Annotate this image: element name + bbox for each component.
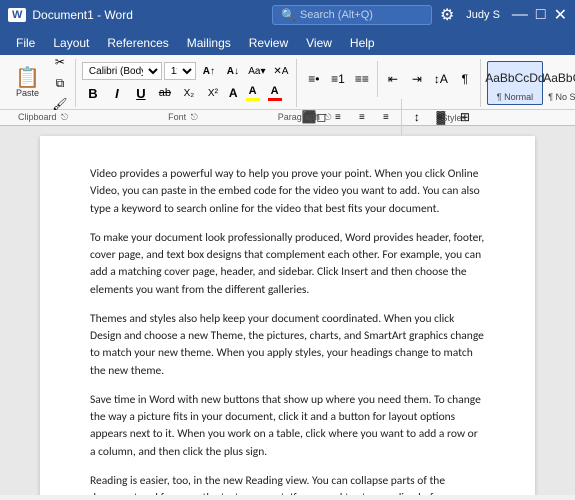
multilevel-button[interactable]: ≡≡ (351, 69, 373, 89)
paste-button[interactable]: 📋 Paste (8, 62, 47, 104)
clipboard-expander[interactable]: ⎋ (61, 112, 68, 122)
show-marks-button[interactable]: ¶ (454, 69, 476, 89)
clipboard-secondary: ✂ ⧉ 🖌 (49, 52, 71, 114)
clipboard-label: Clipboard ⎋ (18, 112, 68, 123)
paragraph-1: Video provides a powerful way to help yo… (90, 166, 485, 218)
style-normal-label: ¶ Normal (497, 92, 533, 102)
word-icon: W (8, 8, 26, 22)
search-bar[interactable]: 🔍 (272, 5, 432, 25)
document-area[interactable]: Video provides a powerful way to help yo… (0, 126, 575, 495)
numbering-button[interactable]: ≡1 (327, 69, 349, 89)
paragraph-2: To make your document look professionall… (90, 230, 485, 299)
bold-button[interactable]: B (82, 83, 104, 103)
line-spacing-button[interactable]: ↕ (406, 107, 428, 127)
title-bar-right: ⚙ Judy S — □ ✕ (432, 5, 567, 25)
increase-indent-button[interactable]: ⇥ (406, 69, 428, 89)
paragraph-group: ≡• ≡1 ≡≡ ⇤ ⇥ ↕A ¶ ⬛◻ ≡ ≡ ≡ ↕ ▓ ⊞ (299, 59, 481, 107)
paragraph-3: Themes and styles also help keep your do… (90, 311, 485, 380)
title-bar: W Document1 - Word 🔍 ⚙ Judy S — □ ✕ (0, 0, 575, 30)
underline-button[interactable]: U (130, 83, 152, 103)
clear-format-button[interactable]: ✕A (270, 61, 292, 81)
paragraph-expander[interactable]: ⎋ (324, 112, 331, 122)
highlight-color-button[interactable]: A (243, 83, 263, 103)
menu-layout[interactable]: Layout (45, 33, 97, 53)
shrink-font-button[interactable]: A↓ (222, 61, 244, 81)
search-input[interactable] (300, 9, 420, 21)
strikethrough-button[interactable]: ab (154, 83, 176, 103)
font-format-button[interactable]: Aa▾ (246, 61, 268, 81)
decrease-indent-button[interactable]: ⇤ (382, 69, 404, 89)
menu-bar: File Layout References Mailings Review V… (0, 30, 575, 55)
paragraph-label: Paragraph ⎋ (278, 112, 332, 123)
styles-label: Styles (441, 113, 466, 123)
style-nospace-label: ¶ No Spac... (548, 92, 575, 102)
menu-file[interactable]: File (8, 33, 43, 53)
paste-label: Paste (16, 88, 39, 98)
bullets-button[interactable]: ≡• (303, 69, 325, 89)
font-color-icon: A (271, 85, 279, 97)
font-group: Calibri (Body) 11 A↑ A↓ Aa▾ ✕A B I U ab … (78, 59, 297, 107)
ribbon-bottom-labels: Clipboard ⎋ Font ⎋ Paragraph ⎋ Styles (0, 110, 575, 126)
search-icon: 🔍 (281, 8, 296, 22)
font-size-select[interactable]: 11 (164, 62, 196, 80)
paste-icon: 📋 (15, 68, 40, 88)
menu-view[interactable]: View (298, 33, 340, 53)
style-normal[interactable]: AaBbCcDd ¶ Normal (487, 61, 543, 105)
style-no-spacing[interactable]: AaBbCcDd ¶ No Spac... (545, 61, 575, 105)
italic-button[interactable]: I (106, 83, 128, 103)
superscript-button[interactable]: X² (202, 83, 224, 103)
highlight-icon: A (249, 85, 257, 97)
subscript-button[interactable]: X₂ (178, 83, 200, 103)
menu-references[interactable]: References (99, 33, 176, 53)
align-right-button[interactable]: ≡ (351, 107, 373, 127)
menu-mailings[interactable]: Mailings (179, 33, 239, 53)
font-name-select[interactable]: Calibri (Body) (82, 62, 162, 80)
cut-button[interactable]: ✂ (49, 52, 71, 72)
format-painter-button[interactable]: 🖌 (49, 94, 71, 114)
justify-button[interactable]: ≡ (375, 107, 397, 127)
sort-button[interactable]: ↕A (430, 69, 452, 89)
font-expander[interactable]: ⎋ (191, 112, 198, 122)
font-style-row: B I U ab X₂ X² A A A (82, 83, 285, 103)
styles-group: AaBbCcDd ¶ Normal AaBbCcDd ¶ No Spac... … (483, 59, 575, 107)
font-color-button[interactable]: A (265, 83, 285, 103)
style-nospace-preview: AaBbCcDd (548, 64, 575, 92)
paragraph-5: Reading is easier, too, in the new Readi… (90, 473, 485, 495)
user-name: Judy S (466, 9, 500, 21)
menu-review[interactable]: Review (241, 33, 296, 53)
menu-help[interactable]: Help (342, 33, 383, 53)
font-label: Font ⎋ (168, 112, 198, 123)
grow-font-button[interactable]: A↑ (198, 61, 220, 81)
font-name-row: Calibri (Body) 11 A↑ A↓ Aa▾ ✕A (82, 61, 292, 81)
title-bar-left: W Document1 - Word (8, 8, 272, 22)
clipboard-group: 📋 Paste ✂ ⧉ 🖌 (4, 59, 76, 107)
copy-button[interactable]: ⧉ (49, 73, 71, 93)
ribbon: 📋 Paste ✂ ⧉ 🖌 Calibri (Body) 11 A↑ A↓ Aa… (0, 55, 575, 110)
style-normal-preview: AaBbCcDd (490, 64, 540, 92)
text-effect-button[interactable]: A (226, 84, 241, 102)
doc-title: Document1 - Word (32, 8, 132, 22)
paragraph-4: Save time in Word with new buttons that … (90, 392, 485, 461)
document-page: Video provides a powerful way to help yo… (40, 136, 535, 495)
